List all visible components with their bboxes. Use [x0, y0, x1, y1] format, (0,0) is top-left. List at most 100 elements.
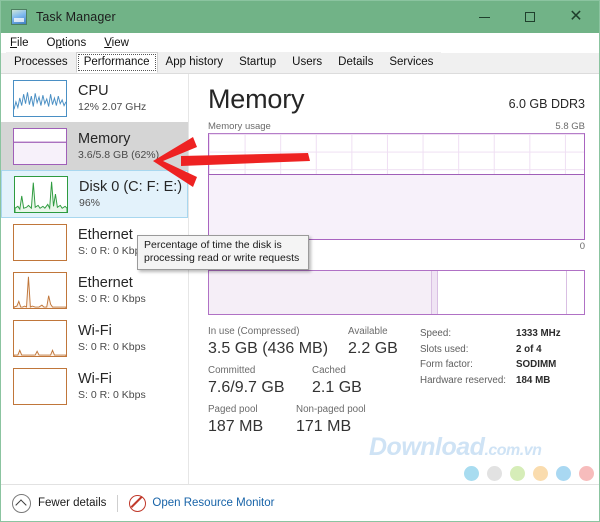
stat-non-paged-pool: Non-paged pool 171 MB	[296, 403, 366, 442]
stat-paged-pool: Paged pool 187 MB	[208, 403, 286, 442]
fewer-details-button[interactable]: Fewer details	[12, 494, 106, 513]
sidebar-item-cpu-title: CPU	[78, 83, 146, 100]
stat-committed-label: Committed	[208, 364, 302, 377]
status-bar: Fewer details Open Resource Monitor	[1, 484, 599, 521]
stat-in-use-label: In use (Compressed)	[208, 325, 338, 338]
sidebar-item-wifi-2[interactable]: Wi-Fi S: 0 R: 0 Kbps	[1, 362, 188, 410]
graph-foot-right: 0	[580, 241, 585, 252]
stat-paged-pool-value: 187 MB	[208, 416, 286, 438]
stat-slots-used-value: 2 of 4	[516, 342, 542, 358]
stat-speed: Speed: 1333 MHz	[420, 326, 561, 342]
stat-speed-key: Speed:	[420, 326, 516, 342]
menu-view[interactable]: View	[104, 37, 129, 49]
sidebar-item-wifi-2-title: Wi-Fi	[78, 371, 146, 388]
tab-services[interactable]: Services	[381, 52, 441, 73]
composition-segment-standby	[438, 271, 567, 314]
sidebar-item-disk0-text: Disk 0 (C: F: E:) 96%	[79, 179, 182, 210]
stat-available: Available 2.2 GB	[348, 325, 398, 364]
sidebar-item-ethernet-2[interactable]: Ethernet S: 0 R: 0 Kbps	[1, 266, 188, 314]
sidebar-item-disk0-title: Disk 0 (C: F: E:)	[79, 179, 182, 196]
menu-file[interactable]: File	[10, 37, 29, 49]
sidebar-item-cpu-text: CPU 12% 2.07 GHz	[78, 83, 146, 114]
sidebar-item-wifi-1-text: Wi-Fi S: 0 R: 0 Kbps	[78, 323, 146, 354]
sidebar-item-memory-text: Memory 3.6/5.8 GB (62%)	[78, 131, 159, 162]
memory-usage-series	[209, 174, 584, 239]
tab-users[interactable]: Users	[284, 52, 330, 73]
sidebar-item-wifi-1-sub: S: 0 R: 0 Kbps	[78, 341, 146, 353]
sidebar-item-disk0[interactable]: Disk 0 (C: F: E:) 96%	[1, 170, 188, 218]
stat-in-use-value: 3.5 GB (436 MB)	[208, 338, 338, 360]
tab-startup[interactable]: Startup	[231, 52, 284, 73]
sidebar-item-memory[interactable]: Memory 3.6/5.8 GB (62%)	[1, 122, 188, 170]
stat-cached-label: Cached	[312, 364, 362, 377]
sidebar-item-disk0-sub: 96%	[79, 197, 182, 209]
menu-bar: File Options View	[1, 33, 599, 53]
window-controls: ✕	[461, 1, 599, 33]
resource-sidebar[interactable]: CPU 12% 2.07 GHz Memory 3.6/5.8 GB (62%)	[1, 74, 189, 485]
stat-available-label: Available	[348, 325, 398, 338]
tab-details[interactable]: Details	[330, 52, 381, 73]
wifi-thumbnail-graph-1	[13, 320, 67, 357]
memory-usage-label: Memory usage	[208, 121, 271, 132]
memory-usage-caption: Memory usage 5.8 GB	[208, 121, 585, 132]
stat-in-use: In use (Compressed) 3.5 GB (436 MB)	[208, 325, 338, 364]
resource-monitor-icon	[129, 495, 146, 512]
stat-row-2: Committed 7.6/9.7 GB Cached 2.1 GB	[208, 364, 420, 403]
memory-stats-left: In use (Compressed) 3.5 GB (436 MB) Avai…	[208, 325, 420, 442]
stat-available-value: 2.2 GB	[348, 338, 398, 360]
sidebar-item-ethernet-1-text: Ethernet S: 0 R: 0 Kbps	[78, 227, 146, 258]
stat-row-3: Paged pool 187 MB Non-paged pool 171 MB	[208, 403, 420, 442]
task-manager-window: Task Manager ✕ File Options View Process…	[0, 0, 600, 522]
composition-segment-in-use	[209, 271, 432, 314]
minimize-button[interactable]	[461, 1, 507, 33]
memory-usage-graph	[208, 133, 585, 240]
sidebar-item-wifi-2-text: Wi-Fi S: 0 R: 0 Kbps	[78, 371, 146, 402]
content-area: CPU 12% 2.07 GHz Memory 3.6/5.8 GB (62%)	[1, 74, 600, 485]
menu-options[interactable]: Options	[47, 37, 87, 49]
stat-non-paged-pool-label: Non-paged pool	[296, 403, 366, 416]
sidebar-item-wifi-2-sub: S: 0 R: 0 Kbps	[78, 389, 146, 401]
stat-row-1: In use (Compressed) 3.5 GB (436 MB) Avai…	[208, 325, 420, 364]
stat-hardware-reserved: Hardware reserved: 184 MB	[420, 373, 561, 389]
stat-hardware-reserved-value: 184 MB	[516, 373, 550, 389]
sidebar-item-memory-sub: 3.6/5.8 GB (62%)	[78, 149, 159, 161]
stat-speed-value: 1333 MHz	[516, 326, 561, 342]
memory-stats-right: Speed: 1333 MHz Slots used: 2 of 4 Form …	[420, 325, 561, 442]
stat-non-paged-pool-value: 171 MB	[296, 416, 366, 438]
task-manager-icon	[11, 9, 27, 25]
composition-segment-free	[567, 271, 584, 314]
tab-performance[interactable]: Performance	[76, 52, 158, 73]
sidebar-item-cpu-sub: 12% 2.07 GHz	[78, 101, 146, 113]
maximize-button[interactable]	[507, 1, 553, 33]
stat-cached: Cached 2.1 GB	[312, 364, 362, 403]
memory-spec: 6.0 GB DDR3	[509, 97, 585, 111]
memory-detail-panel: Memory 6.0 GB DDR3 Memory usage 5.8 GB 0…	[190, 74, 600, 485]
wifi-thumbnail-graph-2	[13, 368, 67, 405]
sidebar-item-cpu[interactable]: CPU 12% 2.07 GHz	[1, 74, 188, 122]
stat-slots-used-key: Slots used:	[420, 342, 516, 358]
close-button[interactable]: ✕	[553, 1, 599, 33]
memory-composition-bar	[208, 270, 585, 315]
tab-processes[interactable]: Processes	[6, 52, 76, 73]
sidebar-item-ethernet-1-title: Ethernet	[78, 227, 146, 244]
stat-committed: Committed 7.6/9.7 GB	[208, 364, 302, 403]
stat-paged-pool-label: Paged pool	[208, 403, 286, 416]
title-bar: Task Manager ✕	[1, 1, 599, 33]
tab-strip: Processes Performance App history Startu…	[1, 53, 599, 74]
sidebar-item-ethernet-2-sub: S: 0 R: 0 Kbps	[78, 293, 146, 305]
sidebar-item-wifi-1[interactable]: Wi-Fi S: 0 R: 0 Kbps	[1, 314, 188, 362]
stat-form-factor-value: SODIMM	[516, 357, 556, 373]
stat-hardware-reserved-key: Hardware reserved:	[420, 373, 516, 389]
open-resource-monitor-label: Open Resource Monitor	[152, 497, 274, 509]
disk-tooltip: Percentage of time the disk is processin…	[137, 235, 309, 270]
memory-header: Memory 6.0 GB DDR3	[208, 84, 585, 115]
disk-thumbnail-graph	[14, 176, 68, 213]
open-resource-monitor-link[interactable]: Open Resource Monitor	[129, 495, 274, 512]
sidebar-item-ethernet-2-title: Ethernet	[78, 275, 146, 292]
stat-slots-used: Slots used: 2 of 4	[420, 342, 561, 358]
sidebar-item-memory-title: Memory	[78, 131, 159, 148]
tab-app-history[interactable]: App history	[158, 52, 232, 73]
sidebar-item-ethernet-2-text: Ethernet S: 0 R: 0 Kbps	[78, 275, 146, 306]
stat-committed-value: 7.6/9.7 GB	[208, 377, 302, 399]
memory-usage-max: 5.8 GB	[555, 121, 585, 132]
